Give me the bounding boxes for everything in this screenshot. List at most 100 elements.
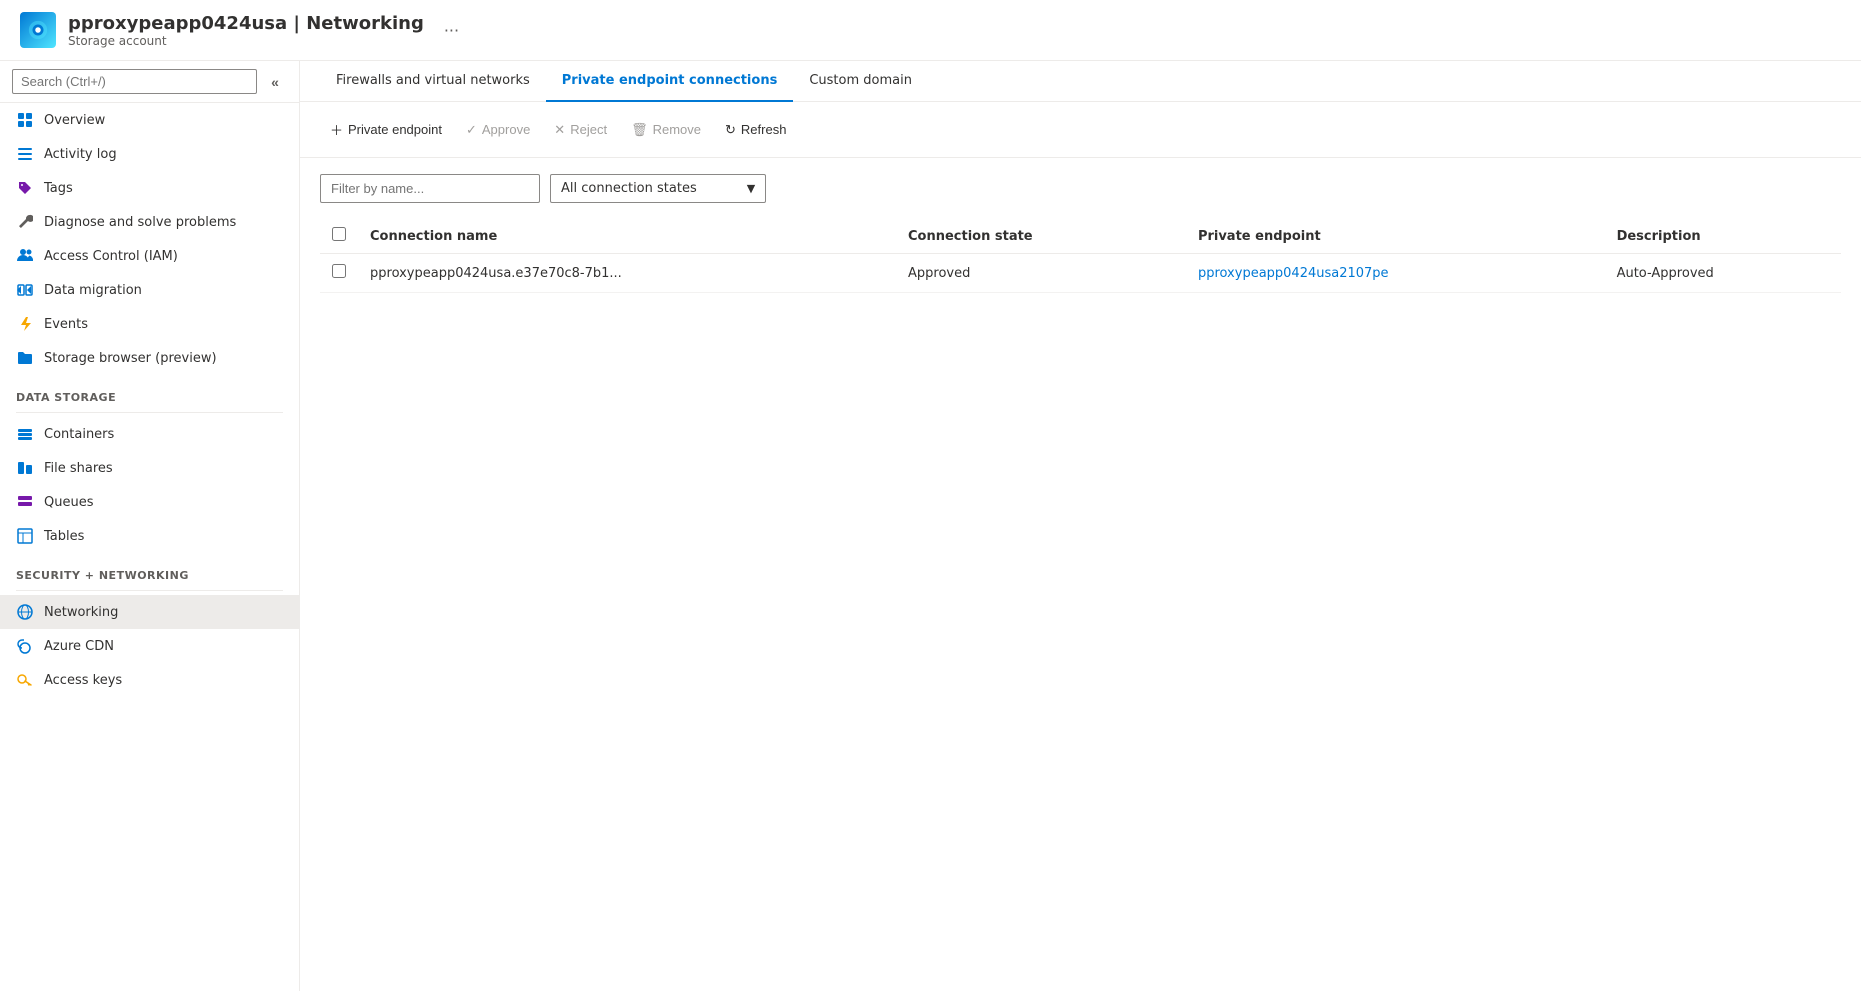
- page-title-block: pproxypeapp0424usa | Networking Storage …: [68, 13, 424, 48]
- section-divider-2: [16, 590, 283, 591]
- sidebar-item-networking[interactable]: Networking: [0, 595, 299, 629]
- sidebar-item-data-migration[interactable]: Data migration: [0, 273, 299, 307]
- main-layout: « Overview: [0, 61, 1861, 991]
- reject-label: Reject: [570, 122, 607, 137]
- file-shares-icon: [16, 459, 34, 477]
- row-checkbox-cell: [320, 254, 358, 293]
- cdn-icon: [16, 637, 34, 655]
- cell-private-endpoint: pproxypeapp0424usa2107pe: [1186, 254, 1605, 293]
- sidebar-item-containers[interactable]: Containers: [0, 417, 299, 451]
- reject-button[interactable]: ✕ Reject: [544, 116, 617, 144]
- list-icon: [16, 145, 34, 163]
- sidebar-item-label: Queues: [44, 495, 93, 510]
- section-security-networking: Security + networking: [0, 553, 299, 586]
- section-data-storage: Data storage: [0, 375, 299, 408]
- sidebar: « Overview: [0, 61, 300, 991]
- sidebar-item-access-control[interactable]: Access Control (IAM): [0, 239, 299, 273]
- sidebar-item-label: Events: [44, 317, 88, 332]
- col-description: Description: [1605, 219, 1841, 254]
- resource-icon: [20, 12, 56, 48]
- tabs-bar: Firewalls and virtual networks Private e…: [300, 61, 1861, 102]
- cell-connection-state: Approved: [896, 254, 1186, 293]
- containers-icon: [16, 425, 34, 443]
- sidebar-item-tables[interactable]: Tables: [0, 519, 299, 553]
- private-endpoint-link[interactable]: pproxypeapp0424usa2107pe: [1198, 266, 1389, 281]
- remove-label: Remove: [653, 122, 701, 137]
- add-private-endpoint-button[interactable]: ＋ Private endpoint: [320, 114, 452, 145]
- sidebar-item-diagnose[interactable]: Diagnose and solve problems: [0, 205, 299, 239]
- sidebar-search-row: «: [0, 61, 299, 103]
- key-icon: [16, 671, 34, 689]
- sidebar-item-label: Storage browser (preview): [44, 351, 217, 366]
- connections-table: Connection name Connection state Private…: [320, 219, 1841, 293]
- sidebar-item-label: Azure CDN: [44, 639, 114, 654]
- tab-private-endpoint[interactable]: Private endpoint connections: [546, 61, 794, 102]
- cell-description: Auto-Approved: [1605, 254, 1841, 293]
- refresh-label: Refresh: [741, 122, 787, 137]
- filter-name-input[interactable]: [320, 174, 540, 203]
- toolbar: ＋ Private endpoint ✓ Approve ✕ Reject 🗑 …: [300, 102, 1861, 158]
- col-private-endpoint: Private endpoint: [1186, 219, 1605, 254]
- sidebar-item-azure-cdn[interactable]: Azure CDN: [0, 629, 299, 663]
- connection-state-dropdown[interactable]: All connection states ▼: [550, 174, 766, 203]
- tag-icon: [16, 179, 34, 197]
- sidebar-item-access-keys[interactable]: Access keys: [0, 663, 299, 697]
- sidebar-item-tags[interactable]: Tags: [0, 171, 299, 205]
- col-connection-state: Connection state: [896, 219, 1186, 254]
- more-options-button[interactable]: ···: [444, 21, 459, 40]
- sidebar-item-file-shares[interactable]: File shares: [0, 451, 299, 485]
- sidebar-item-label: Tags: [44, 181, 73, 196]
- reject-icon: ✕: [554, 122, 565, 138]
- add-label: Private endpoint: [348, 122, 442, 137]
- remove-button[interactable]: 🗑 Remove: [621, 116, 711, 144]
- page-header: pproxypeapp0424usa | Networking Storage …: [0, 0, 1861, 61]
- approve-button[interactable]: ✓ Approve: [456, 116, 540, 144]
- tab-custom-domain[interactable]: Custom domain: [793, 61, 928, 102]
- page-subtitle: Storage account: [68, 34, 424, 48]
- wrench-icon: [16, 213, 34, 231]
- collapse-sidebar-button[interactable]: «: [263, 70, 287, 94]
- sidebar-nav: Overview Activity log: [0, 103, 299, 991]
- table-row: pproxypeapp0424usa.e37e70c8-7b1... Appro…: [320, 254, 1841, 293]
- section-divider: [16, 412, 283, 413]
- sidebar-item-label: Tables: [44, 529, 84, 544]
- sidebar-item-overview[interactable]: Overview: [0, 103, 299, 137]
- add-icon: ＋: [330, 120, 343, 139]
- refresh-icon: ↻: [725, 122, 736, 138]
- cell-connection-name: pproxypeapp0424usa.e37e70c8-7b1...: [358, 254, 896, 293]
- sidebar-item-label: File shares: [44, 461, 113, 476]
- filter-row: All connection states ▼: [320, 174, 1841, 203]
- networking-icon: [16, 603, 34, 621]
- sidebar-item-label: Data migration: [44, 283, 142, 298]
- select-all-column: [320, 219, 358, 254]
- select-all-checkbox[interactable]: [332, 227, 346, 241]
- dropdown-value: All connection states: [561, 181, 697, 196]
- approve-icon: ✓: [466, 122, 477, 138]
- folder-icon: [16, 349, 34, 367]
- people-icon: [16, 247, 34, 265]
- grid-icon: [16, 111, 34, 129]
- sidebar-item-label: Networking: [44, 605, 118, 620]
- tab-firewalls[interactable]: Firewalls and virtual networks: [320, 61, 546, 102]
- sidebar-item-label: Containers: [44, 427, 114, 442]
- col-connection-name: Connection name: [358, 219, 896, 254]
- migrate-icon: [16, 281, 34, 299]
- refresh-button[interactable]: ↻ Refresh: [715, 116, 796, 144]
- lightning-icon: [16, 315, 34, 333]
- page-title: pproxypeapp0424usa | Networking: [68, 13, 424, 34]
- tables-icon: [16, 527, 34, 545]
- content-area: Firewalls and virtual networks Private e…: [300, 61, 1861, 991]
- sidebar-item-label: Overview: [44, 113, 105, 128]
- table-area: All connection states ▼ Connection name: [300, 158, 1861, 991]
- sidebar-item-label: Access Control (IAM): [44, 249, 178, 264]
- row-checkbox[interactable]: [332, 264, 346, 278]
- sidebar-item-queues[interactable]: Queues: [0, 485, 299, 519]
- chevron-down-icon: ▼: [747, 182, 755, 195]
- sidebar-item-events[interactable]: Events: [0, 307, 299, 341]
- sidebar-item-storage-browser[interactable]: Storage browser (preview): [0, 341, 299, 375]
- sidebar-item-label: Diagnose and solve problems: [44, 215, 236, 230]
- approve-label: Approve: [482, 122, 530, 137]
- search-input[interactable]: [12, 69, 257, 94]
- queues-icon: [16, 493, 34, 511]
- sidebar-item-activity-log[interactable]: Activity log: [0, 137, 299, 171]
